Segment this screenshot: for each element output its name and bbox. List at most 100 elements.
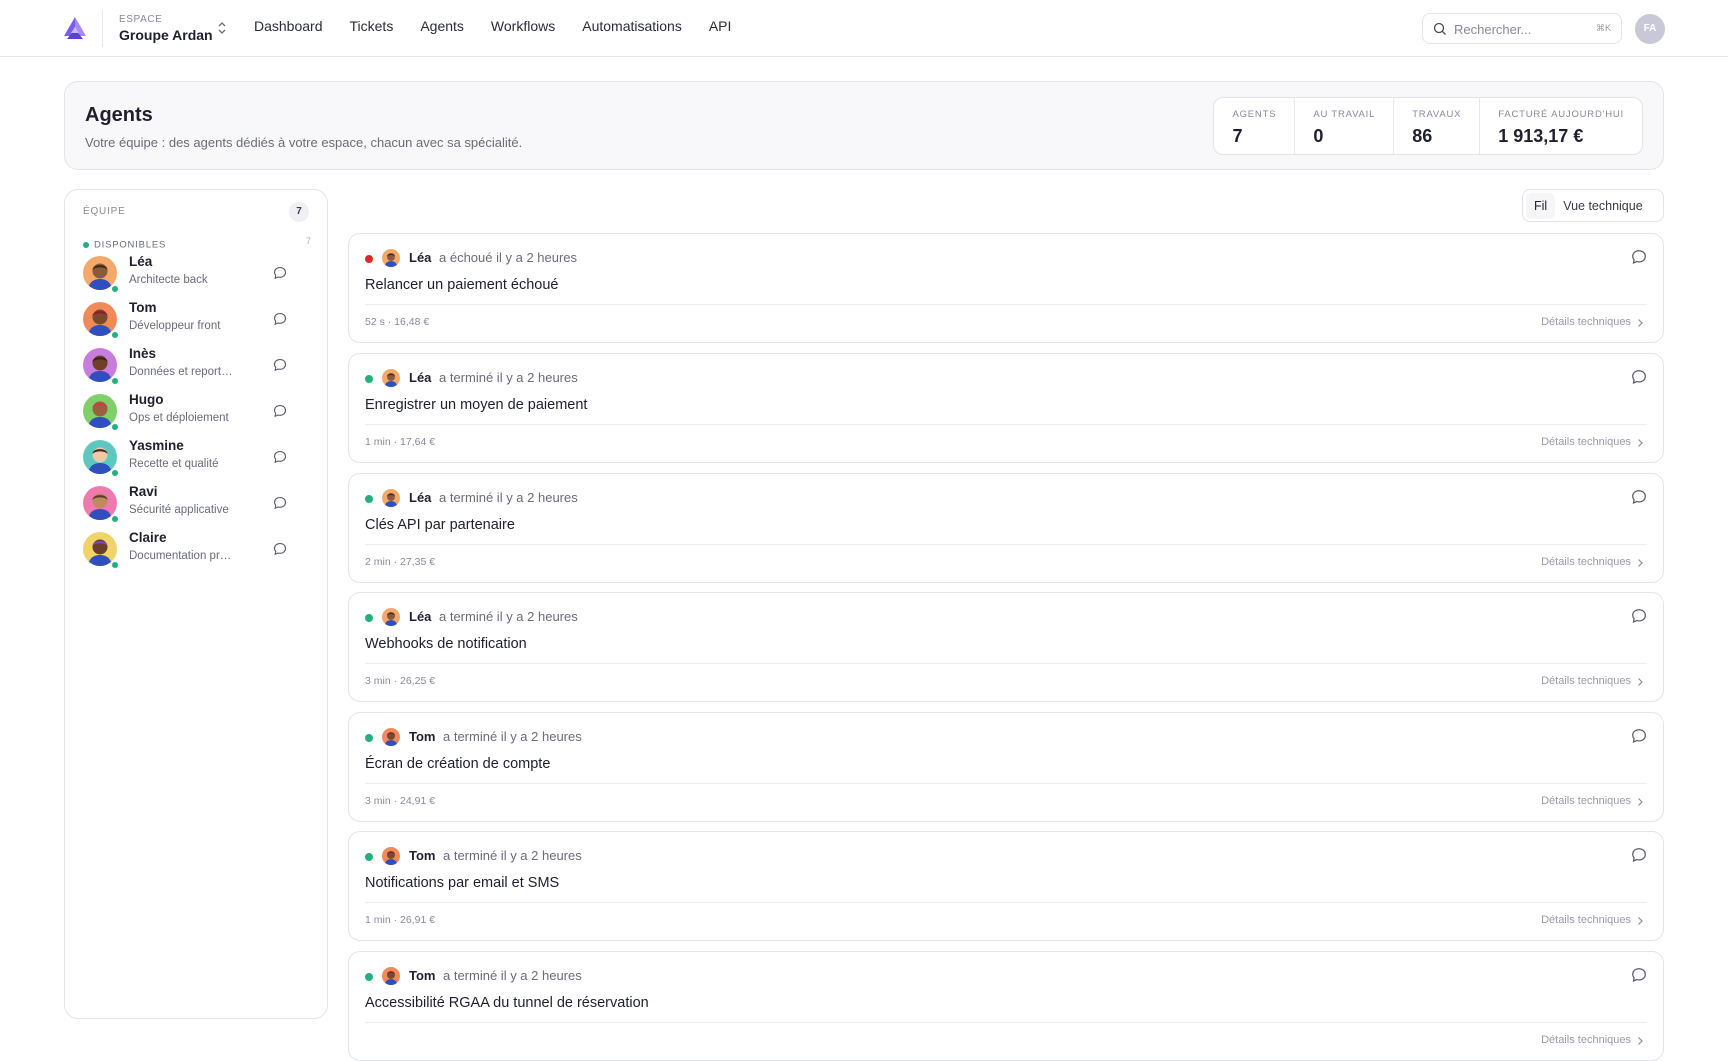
stat-label: AGENTS <box>1232 109 1277 120</box>
user-avatar[interactable]: FA <box>1635 14 1665 44</box>
chat-bubble-icon[interactable] <box>1631 369 1647 385</box>
top-bar: ESPACE Groupe Ardan Dashboard Tickets Ag… <box>0 0 1728 57</box>
technical-details-link[interactable]: Détails techniques <box>1541 316 1631 328</box>
chat-bubble-icon[interactable] <box>1631 967 1647 983</box>
agent-role: Sécurité applicative <box>129 504 229 516</box>
nav-workflows[interactable]: Workflows <box>491 18 555 34</box>
agent-avatar <box>382 369 400 387</box>
toggle-fil[interactable]: Fil <box>1526 192 1556 219</box>
agent-item[interactable]: Tom Développeur front <box>83 298 287 344</box>
group-count: 7 <box>305 236 311 246</box>
card-action: a terminé il y a 2 heures <box>443 729 582 744</box>
agent-name: Yasmine <box>129 438 184 453</box>
card-agent-name: Léa <box>409 250 432 265</box>
feed-card[interactable]: Léa a terminé il y a 2 heures Webhooks de … <box>348 592 1664 702</box>
agent-role: Données et reporting <box>129 366 235 378</box>
technical-details-link[interactable]: Détails techniques <box>1541 795 1631 807</box>
feed-card[interactable]: Tom a terminé il y a 2 heures Accessibilit… <box>348 951 1664 1061</box>
feed-card[interactable]: Léa a terminé il y a 2 heures Clés API par… <box>348 473 1664 583</box>
nav-tickets[interactable]: Tickets <box>350 18 394 34</box>
card-meta: 3 min · 26,25 € <box>365 675 436 687</box>
stat-label: AU TRAVAIL <box>1313 109 1376 120</box>
stat-value: 1 913,17 € <box>1498 126 1584 146</box>
technical-details-link[interactable]: Détails techniques <box>1541 436 1631 448</box>
status-dot-icon <box>365 853 373 861</box>
chat-bubble-icon[interactable] <box>273 358 287 372</box>
chat-bubble-icon[interactable] <box>273 266 287 280</box>
feed-card[interactable]: Léa a terminé il y a 2 heures Enregistrer … <box>348 353 1664 463</box>
card-action: a terminé il y a 2 heures <box>443 968 582 983</box>
app-logo-icon[interactable] <box>62 16 88 40</box>
nav-dashboard[interactable]: Dashboard <box>254 18 323 34</box>
card-action: a échoué il y a 2 heures <box>439 250 578 265</box>
technical-details-link[interactable]: Détails techniques <box>1541 914 1631 926</box>
chevron-right-icon <box>1638 1037 1643 1045</box>
nav-api[interactable]: API <box>709 18 732 34</box>
agent-avatar <box>382 489 400 507</box>
card-divider <box>365 1022 1647 1023</box>
technical-details-link[interactable]: Détails techniques <box>1541 675 1631 687</box>
agent-item[interactable]: Ravi Sécurité applicative <box>83 482 287 528</box>
feed-card[interactable]: Tom a terminé il y a 2 heures Écran de cré… <box>348 712 1664 822</box>
card-agent-name: Léa <box>409 609 432 624</box>
stat-value: 7 <box>1232 126 1243 146</box>
chat-bubble-icon[interactable] <box>1631 847 1647 863</box>
stat-label: FACTURÉ AUJOURD'HUI <box>1498 109 1624 120</box>
chat-bubble-icon[interactable] <box>1631 728 1647 744</box>
card-title: Accessibilité RGAA du tunnel de réservat… <box>365 995 649 1011</box>
page-subtitle: Votre équipe : des agents dédiés à votre… <box>85 135 523 150</box>
stat-travaux: TRAVAUX 86 <box>1394 98 1481 154</box>
card-meta: 2 min · 27,35 € <box>365 556 436 568</box>
feed-card[interactable]: Tom a terminé il y a 2 heures Notification… <box>348 831 1664 941</box>
chat-bubble-icon[interactable] <box>273 404 287 418</box>
agent-item[interactable]: Yasmine Recette et qualité <box>83 436 287 482</box>
status-dot-icon <box>365 255 373 263</box>
nav-automatisations[interactable]: Automatisations <box>582 18 682 34</box>
chat-bubble-icon[interactable] <box>273 496 287 510</box>
agent-item[interactable]: Claire Documentation produit <box>83 528 287 574</box>
chat-bubble-icon[interactable] <box>273 312 287 326</box>
chat-bubble-icon[interactable] <box>1631 489 1647 505</box>
status-dot-icon <box>111 331 119 339</box>
agent-name: Claire <box>129 530 167 545</box>
agent-role: Recette et qualité <box>129 458 219 470</box>
page-title: Agents <box>85 104 153 126</box>
agent-name: Ravi <box>129 484 158 499</box>
card-agent-name: Tom <box>409 968 436 983</box>
toggle-vue-technique[interactable]: Vue technique <box>1555 193 1650 219</box>
agent-item[interactable]: Léa Architecte back <box>83 252 287 298</box>
chat-bubble-icon[interactable] <box>273 450 287 464</box>
stat-au-travail: AU TRAVAIL 0 <box>1295 98 1395 154</box>
card-meta: 52 s · 16,48 € <box>365 316 430 328</box>
workspace-switcher[interactable]: ESPACE Groupe Ardan <box>102 10 228 47</box>
card-divider <box>365 544 1647 545</box>
feed-card[interactable]: Léa a échoué il y a 2 heures Relancer un p… <box>348 233 1664 343</box>
technical-details-link[interactable]: Détails techniques <box>1541 1034 1631 1046</box>
card-agent-name: Tom <box>409 729 436 744</box>
card-agent-name: Léa <box>409 490 432 505</box>
chat-bubble-icon[interactable] <box>273 542 287 556</box>
card-title: Clés API par partenaire <box>365 517 515 533</box>
status-dot-icon <box>365 973 373 981</box>
team-sidebar: ÉQUIPE 7 DISPONIBLES 7 Léa Architecte bac… <box>64 189 328 1019</box>
card-action: a terminé il y a 2 heures <box>439 370 578 385</box>
search-box[interactable]: ⌘K <box>1422 13 1622 44</box>
card-divider <box>365 902 1647 903</box>
card-action: a terminé il y a 2 heures <box>439 609 578 624</box>
search-input[interactable] <box>1454 20 1594 38</box>
agent-name: Léa <box>129 254 153 269</box>
card-divider <box>365 304 1647 305</box>
agent-name: Tom <box>129 300 157 315</box>
chat-bubble-icon[interactable] <box>1631 608 1647 624</box>
nav-agents[interactable]: Agents <box>420 18 464 34</box>
chat-bubble-icon[interactable] <box>1631 249 1647 265</box>
agent-role: Ops et déploiement <box>129 412 229 424</box>
agent-avatar <box>382 967 400 985</box>
agent-item[interactable]: Inès Données et reporting <box>83 344 287 390</box>
agent-avatar <box>382 249 400 267</box>
stat-value: 86 <box>1412 126 1433 146</box>
technical-details-link[interactable]: Détails techniques <box>1541 556 1631 568</box>
view-toggle: Fil Vue technique <box>1522 189 1664 222</box>
status-dot-icon <box>111 285 119 293</box>
agent-item[interactable]: Hugo Ops et déploiement <box>83 390 287 436</box>
